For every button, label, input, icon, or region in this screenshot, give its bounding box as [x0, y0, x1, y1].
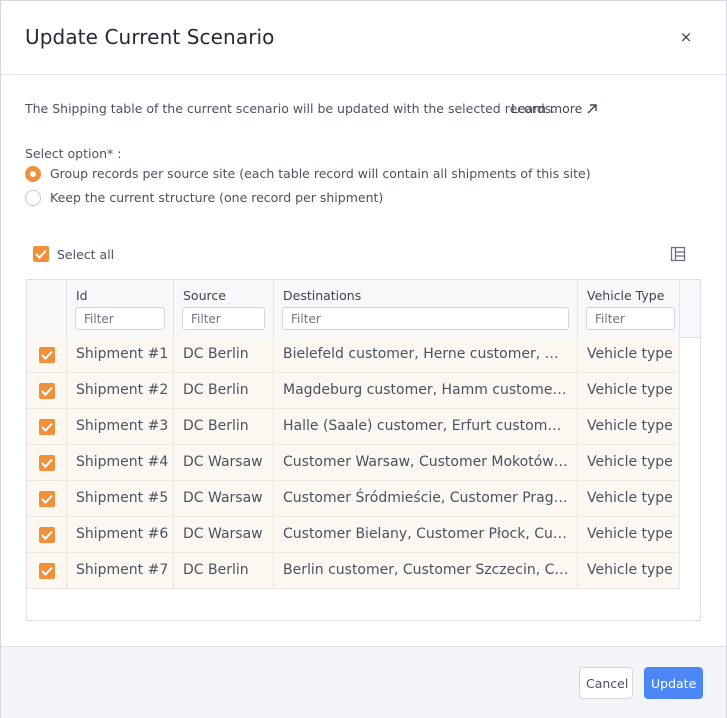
select-all-label: Select all [57, 247, 115, 262]
cell-vehicle-type: Vehicle type [578, 517, 680, 552]
cell-vehicle-type: Vehicle type [578, 409, 680, 444]
vehicle-type-filter-input[interactable] [586, 307, 675, 330]
checkmark-icon [41, 350, 53, 360]
id-filter-input[interactable] [75, 307, 165, 330]
row-checkbox[interactable] [39, 383, 55, 399]
header-select-column [27, 280, 67, 337]
cell-vehicle-type: Vehicle type [578, 337, 680, 372]
cell-vehicle-type: Vehicle type [578, 481, 680, 516]
option-keep-structure-label: Keep the current structure (one record p… [50, 190, 384, 205]
destinations-filter-input[interactable] [282, 307, 569, 330]
update-scenario-dialog: Update Current Scenario × The Shipping t… [0, 0, 727, 718]
update-button[interactable]: Update [644, 667, 703, 699]
learn-more-link[interactable]: Learn more [511, 101, 598, 116]
row-select-cell [27, 373, 67, 408]
cell-vehicle-type: Vehicle type [578, 445, 680, 480]
shipments-table: Id Source Destinations Vehicle Type Ship… [26, 279, 701, 621]
table-row[interactable]: Shipment #2 DC Berlin Magdeburg customer… [27, 373, 680, 409]
close-icon[interactable]: × [675, 25, 697, 47]
radio-group-records[interactable] [25, 166, 41, 182]
row-checkbox[interactable] [39, 455, 55, 471]
table-row[interactable]: Shipment #3 DC Berlin Halle (Saale) cust… [27, 409, 680, 445]
header-source: Source [174, 280, 274, 337]
cell-source: DC Berlin [174, 337, 274, 372]
cell-source: DC Warsaw [174, 445, 274, 480]
cell-id: Shipment #1 [67, 337, 174, 372]
cell-destinations: Bielefeld customer, Herne customer, Gels… [274, 337, 578, 372]
table-header: Id Source Destinations Vehicle Type [27, 280, 700, 338]
cell-id: Shipment #3 [67, 409, 174, 444]
table-row[interactable]: Shipment #6 DC Warsaw Customer Bielany, … [27, 517, 680, 553]
select-option-label: Select option* : [25, 146, 122, 161]
table-row[interactable]: Shipment #7 DC Berlin Berlin customer, C… [27, 553, 680, 589]
cell-destinations: Halle (Saale) customer, Erfurt customer,… [274, 409, 578, 444]
option-group-records-label: Group records per source site (each tabl… [50, 166, 591, 181]
row-checkbox[interactable] [39, 527, 55, 543]
cell-source: DC Warsaw [174, 517, 274, 552]
intro-text: The Shipping table of the current scenar… [25, 101, 556, 116]
row-select-cell [27, 481, 67, 516]
cell-source: DC Berlin [174, 373, 274, 408]
header-destinations-label: Destinations [283, 288, 362, 303]
checkmark-icon [35, 249, 47, 259]
table-row[interactable]: Shipment #5 DC Warsaw Customer Śródmieśc… [27, 481, 680, 517]
header-id-label: Id [76, 288, 88, 303]
header-vehicle-type: Vehicle Type [578, 280, 680, 337]
columns-icon[interactable] [669, 245, 687, 263]
learn-more-label: Learn more [511, 101, 583, 116]
cell-destinations: Customer Śródmieście, Customer Praga Pół… [274, 481, 578, 516]
option-group-records[interactable]: Group records per source site (each tabl… [25, 165, 591, 183]
checkmark-icon [41, 494, 53, 504]
header-id: Id [67, 280, 174, 337]
cell-source: DC Warsaw [174, 481, 274, 516]
table-row[interactable]: Shipment #4 DC Warsaw Customer Warsaw, C… [27, 445, 680, 481]
cell-source: DC Berlin [174, 553, 274, 588]
row-select-cell [27, 517, 67, 552]
cell-vehicle-type: Vehicle type [578, 373, 680, 408]
cell-destinations: Customer Warsaw, Customer Mokotów, Custo… [274, 445, 578, 480]
header-vehicle-type-label: Vehicle Type [587, 288, 665, 303]
checkmark-icon [41, 566, 53, 576]
dialog-footer: Cancel Update [1, 646, 726, 718]
checkmark-icon [41, 422, 53, 432]
cell-id: Shipment #4 [67, 445, 174, 480]
option-keep-structure[interactable]: Keep the current structure (one record p… [25, 189, 425, 207]
external-link-icon [587, 104, 597, 114]
dialog-header: Update Current Scenario × [1, 1, 726, 75]
checkmark-icon [41, 386, 53, 396]
cell-source: DC Berlin [174, 409, 274, 444]
row-checkbox[interactable] [39, 491, 55, 507]
cell-id: Shipment #7 [67, 553, 174, 588]
table-row[interactable]: Shipment #1 DC Berlin Bielefeld customer… [27, 337, 680, 373]
cell-id: Shipment #6 [67, 517, 174, 552]
row-select-cell [27, 409, 67, 444]
row-checkbox[interactable] [39, 419, 55, 435]
cell-destinations: Customer Bielany, Customer Płock, Custom… [274, 517, 578, 552]
cell-vehicle-type: Vehicle type [578, 553, 680, 588]
header-source-label: Source [183, 288, 226, 303]
cancel-button[interactable]: Cancel [579, 667, 633, 699]
cell-destinations: Magdeburg customer, Hamm customer, Mülhe… [274, 373, 578, 408]
cell-id: Shipment #2 [67, 373, 174, 408]
cell-destinations: Berlin customer, Customer Szczecin, Cust… [274, 553, 578, 588]
row-select-cell [27, 445, 67, 480]
checkmark-icon [41, 530, 53, 540]
row-checkbox[interactable] [39, 563, 55, 579]
radio-keep-structure[interactable] [25, 190, 41, 206]
dialog-title: Update Current Scenario [25, 25, 275, 49]
header-destinations: Destinations [274, 280, 578, 337]
row-select-cell [27, 337, 67, 372]
row-checkbox[interactable] [39, 347, 55, 363]
select-all-checkbox[interactable] [33, 246, 49, 262]
row-select-cell [27, 553, 67, 588]
cell-id: Shipment #5 [67, 481, 174, 516]
checkmark-icon [41, 458, 53, 468]
source-filter-input[interactable] [182, 307, 265, 330]
